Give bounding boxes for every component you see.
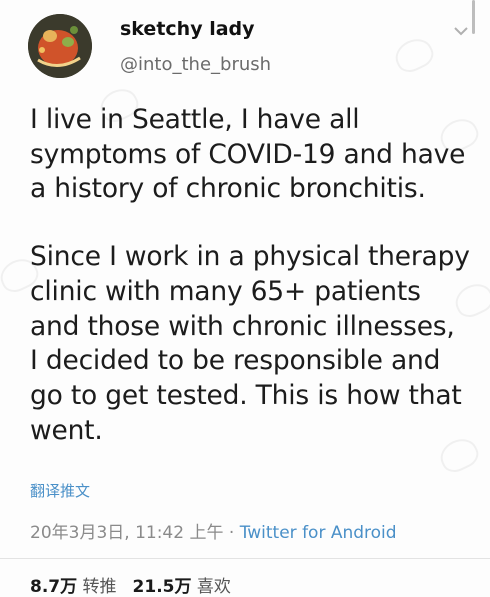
display-name[interactable]: sketchy lady — [120, 18, 255, 40]
timestamp[interactable]: 20年3月3日, 11:42 上午 — [30, 523, 223, 543]
tweet-text: I live in Seattle, I have all symptoms o… — [30, 103, 470, 481]
translate-tweet-link[interactable]: 翻译推文 — [30, 480, 90, 501]
likes-stat[interactable]: 21.5万 喜欢 — [133, 577, 231, 597]
scrollbar[interactable] — [472, 0, 475, 34]
retweets-label: 转推 — [82, 577, 117, 597]
retweets-stat[interactable]: 8.7万 转推 — [30, 577, 117, 597]
divider — [0, 558, 490, 559]
source-link[interactable]: Twitter for Android — [240, 523, 397, 543]
tweet-meta: 20年3月3日, 11:42 上午 · Twitter for Android — [30, 518, 397, 543]
watermark — [390, 33, 438, 77]
retweets-count: 8.7万 — [30, 577, 78, 597]
likes-label: 喜欢 — [196, 577, 231, 597]
tweet-paragraph: Since I work in a physical therapy clini… — [30, 241, 470, 446]
chevron-down-icon[interactable] — [452, 24, 470, 38]
meta-separator: · — [223, 523, 240, 543]
avatar[interactable] — [28, 14, 92, 78]
likes-count: 21.5万 — [132, 577, 192, 597]
avatar-image — [28, 14, 92, 78]
tweet-paragraph: I live in Seattle, I have all symptoms o… — [30, 104, 466, 205]
tweet-stats: 8.7万 转推 21.5万 喜欢 — [30, 572, 231, 597]
user-handle[interactable]: @into_the_brush — [120, 54, 271, 75]
